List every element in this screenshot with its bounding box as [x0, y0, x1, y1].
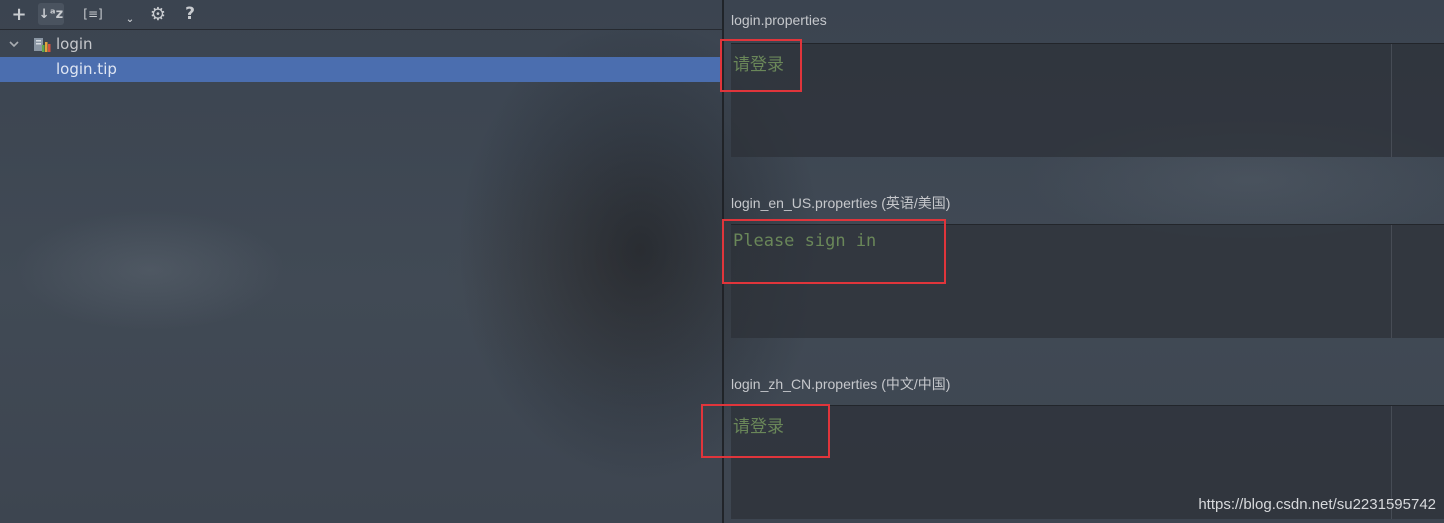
right-margin-guide	[1391, 44, 1392, 157]
watermark-text: https://blog.csdn.net/su2231595742	[1198, 496, 1436, 513]
editor-title-default: login.properties	[731, 12, 827, 28]
highlight-box	[720, 39, 802, 92]
bundle-tree: login login.tip	[0, 32, 722, 82]
highlight-box	[701, 404, 830, 458]
gear-icon[interactable]: ⚙	[147, 3, 169, 25]
help-icon[interactable]: ?	[179, 3, 201, 25]
tree-node-label: login	[56, 35, 93, 53]
chevron-down-icon[interactable]	[8, 32, 22, 57]
right-margin-guide	[1391, 225, 1392, 338]
tree-node-login[interactable]: login	[0, 32, 722, 57]
property-editors-panel: login.properties 请登录 login_en_US.propert…	[701, 0, 1444, 523]
group-properties-icon[interactable]: [≡]	[80, 3, 106, 25]
sort-alphabetically-icon[interactable]: ↓ᵃz	[38, 3, 64, 25]
editor-default[interactable]: 请登录	[731, 43, 1444, 157]
editor-title-en-us: login_en_US.properties (英语/美国)	[731, 195, 951, 211]
highlight-box	[722, 219, 946, 284]
add-icon[interactable]: +	[8, 3, 30, 25]
editor-title-zh-cn: login_zh_CN.properties (中文/中国)	[731, 376, 951, 392]
resource-bundle-icon	[33, 36, 51, 53]
tree-item-label: login.tip	[56, 60, 117, 78]
dropdown-arrow-icon[interactable]: ⌄	[124, 8, 136, 30]
tree-toolbar: + ↓ᵃz [≡] ⌄ ⚙ ?	[0, 0, 722, 30]
resource-bundle-tree-panel: + ↓ᵃz [≡] ⌄ ⚙ ? login login.tip	[0, 0, 722, 523]
tree-item-login-tip[interactable]: login.tip	[0, 57, 722, 82]
